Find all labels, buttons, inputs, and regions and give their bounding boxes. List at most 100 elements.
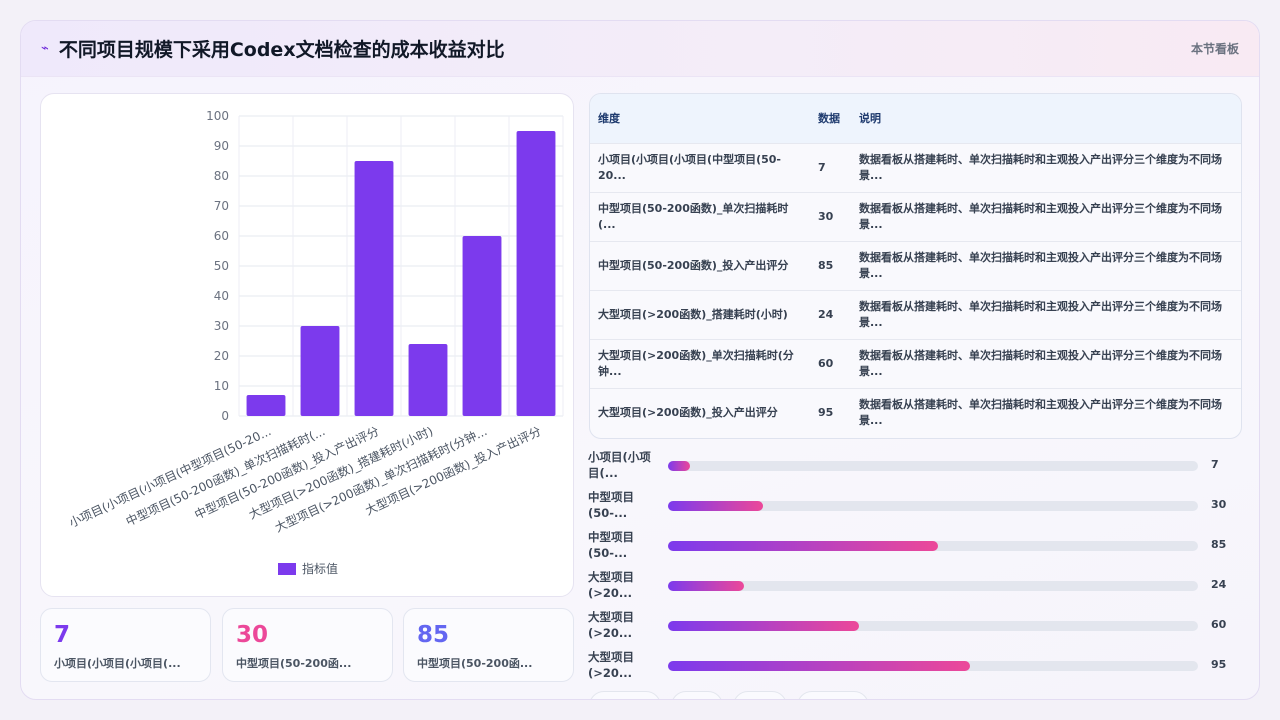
table-header-row: 维度 数据 说明: [590, 94, 1241, 143]
y-tick-label: 80: [214, 169, 229, 183]
legend-swatch: [278, 562, 296, 575]
progress-label: 中型项目(50-...: [588, 490, 634, 520]
progress-row: 大型项目(>20... 95: [588, 649, 1248, 683]
bar[interactable]: [246, 395, 286, 416]
legend-label: 指标值: [302, 562, 339, 576]
cell-dimension: 大型项目(>200函数)_投入产出评分: [590, 387, 810, 437]
progress-track: [668, 541, 1198, 551]
progress-fill: [668, 501, 764, 511]
y-tick-label: 10: [214, 379, 229, 393]
cell-dimension: 大型项目(>200函数)_搭建耗时(小时): [590, 289, 810, 339]
tag-pill[interactable]: [671, 691, 723, 699]
progress-row: 大型项目(>20... 24: [588, 569, 1248, 603]
x-tick-label: 小项目(小项目(小项目(中型项目(50-20...: [67, 423, 274, 530]
progress-fill: [668, 541, 939, 551]
cell-description: 数据看板从搭建耗时、单次扫描耗时和主观投入产出评分三个维度为不同场景...: [851, 142, 1241, 192]
page-title: 不同项目规模下采用Codex文档检查的成本收益对比: [58, 39, 505, 61]
progress-value: 30: [1211, 498, 1227, 511]
progress-label: 大型项目(>20...: [588, 650, 634, 680]
bar[interactable]: [354, 161, 394, 416]
cell-dimension: 中型项目(50-200函数)_投入产出评分: [590, 240, 810, 290]
progress-fill: [668, 461, 691, 471]
progress-fill: [668, 621, 859, 631]
bar[interactable]: [462, 236, 502, 416]
progress-row: 中型项目(50-... 85: [588, 529, 1248, 563]
section-tag: 本节看板: [1190, 42, 1239, 56]
bar[interactable]: [300, 326, 340, 416]
column-header: 维度: [598, 111, 620, 125]
kpi-label: 中型项目(50-200函...: [417, 657, 533, 670]
progress-value: 85: [1211, 538, 1227, 551]
progress-track: [668, 501, 1198, 511]
cell-value: 30: [810, 191, 851, 241]
bar-chart-card: 0 10 20 30 40 50 60 70 80 90 100 小项目(小项目(小项目(中型项目(…: [40, 93, 574, 597]
cell-value: 24: [810, 289, 851, 339]
header: ⌁ 不同项目规模下采用Codex文档检查的成本收益对比 本节看板: [21, 21, 1259, 77]
y-tick-label: 40: [214, 289, 229, 303]
data-table-card: 维度 数据 说明 小项目(小项目(小项目(中型项目(50-20... 7 数据看…: [589, 93, 1242, 439]
bar-chart: 0 10 20 30 40 50 60 70 80 90 100 小项目(小项目(小项目(中型项目(…: [67, 109, 564, 535]
kpi-label: 中型项目(50-200函...: [236, 657, 352, 670]
progress-row: 中型项目(50-... 30: [588, 489, 1248, 523]
table-row: 小项目(小项目(小项目(中型项目(50-20... 7 数据看板从搭建耗时、单次…: [590, 142, 1241, 192]
table-row: 中型项目(50-200函数)_投入产出评分 85 数据看板从搭建耗时、单次扫描耗…: [590, 240, 1241, 290]
cell-value: 60: [810, 338, 851, 388]
kpi-value: 7: [54, 622, 71, 648]
progress-label: 大型项目(>20...: [588, 610, 634, 640]
cell-description: 数据看板从搭建耗时、单次扫描耗时和主观投入产出评分三个维度为不同场景...: [851, 387, 1241, 437]
y-tick-label: 70: [214, 199, 229, 213]
data-table: 维度 数据 说明 小项目(小项目(小项目(中型项目(50-20... 7 数据看…: [590, 94, 1241, 437]
bar[interactable]: [516, 131, 556, 416]
progress-row: 大型项目(>20... 60: [588, 609, 1248, 643]
chart-legend: 指标值: [278, 560, 338, 577]
dashboard-frame: ⌁ 不同项目规模下采用Codex文档检查的成本收益对比 本节看板 0 10 20 30…: [20, 20, 1260, 700]
table-row: 大型项目(>200函数)_搭建耗时(小时) 24 数据看板从搭建耗时、单次扫描耗…: [590, 289, 1241, 339]
progress-value: 60: [1211, 618, 1227, 631]
tag-pill[interactable]: [733, 691, 787, 699]
cell-dimension: 中型项目(50-200函数)_单次扫描耗时(...: [590, 191, 810, 241]
y-tick-label: 60: [214, 229, 229, 243]
progress-label: 中型项目(50-...: [588, 530, 634, 560]
tag-pill[interactable]: [797, 691, 869, 699]
progress-value: 95: [1211, 658, 1227, 671]
column-header: 数据: [818, 111, 840, 125]
kpi-card: 7 小项目(小项目(小项目(...: [40, 608, 211, 682]
y-tick-label: 100: [206, 109, 229, 123]
cell-dimension: 小项目(小项目(小项目(中型项目(50-20...: [590, 142, 810, 192]
progress-fill: [668, 661, 971, 671]
cell-value: 85: [810, 240, 851, 290]
progress-track: [668, 621, 1198, 631]
column-header: 说明: [859, 111, 881, 125]
cell-description: 数据看板从搭建耗时、单次扫描耗时和主观投入产出评分三个维度为不同场景...: [851, 240, 1241, 290]
y-tick-label: 50: [214, 259, 229, 273]
table-row: 大型项目(>200函数)_单次扫描耗时(分钟... 60 数据看板从搭建耗时、单…: [590, 338, 1241, 388]
progress-label: 小项目(小项目(...: [588, 450, 651, 480]
cell-dimension: 大型项目(>200函数)_单次扫描耗时(分钟...: [590, 338, 810, 388]
table-row: 大型项目(>200函数)_投入产出评分 95 数据看板从搭建耗时、单次扫描耗时和…: [590, 387, 1241, 437]
progress-value: 7: [1211, 458, 1219, 471]
progress-row: 小项目(小项目(... 7: [588, 449, 1248, 483]
progress-fill: [668, 581, 745, 591]
kpi-value: 30: [236, 622, 269, 648]
table-row: 中型项目(50-200函数)_单次扫描耗时(... 30 数据看板从搭建耗时、单…: [590, 191, 1241, 241]
y-tick-label: 20: [214, 349, 229, 363]
y-tick-label: 30: [214, 319, 229, 333]
sparkle-icon: ⌁: [41, 41, 49, 56]
kpi-card: 30 中型项目(50-200函...: [222, 608, 393, 682]
cell-description: 数据看板从搭建耗时、单次扫描耗时和主观投入产出评分三个维度为不同场景...: [851, 338, 1241, 388]
progress-track: [668, 581, 1198, 591]
kpi-label: 小项目(小项目(小项目(...: [54, 657, 181, 670]
y-tick-label: 90: [214, 139, 229, 153]
bar[interactable]: [408, 344, 448, 416]
kpi-value: 85: [417, 622, 450, 648]
progress-label: 大型项目(>20...: [588, 570, 634, 600]
cell-description: 数据看板从搭建耗时、单次扫描耗时和主观投入产出评分三个维度为不同场景...: [851, 191, 1241, 241]
y-tick-label: 0: [221, 409, 229, 423]
cell-value: 95: [810, 387, 851, 437]
progress-track: [668, 461, 1198, 471]
tag-pill[interactable]: [589, 691, 661, 699]
cell-description: 数据看板从搭建耗时、单次扫描耗时和主观投入产出评分三个维度为不同场景...: [851, 289, 1241, 339]
progress-track: [668, 661, 1198, 671]
kpi-card: 85 中型项目(50-200函...: [403, 608, 574, 682]
progress-value: 24: [1211, 578, 1227, 591]
